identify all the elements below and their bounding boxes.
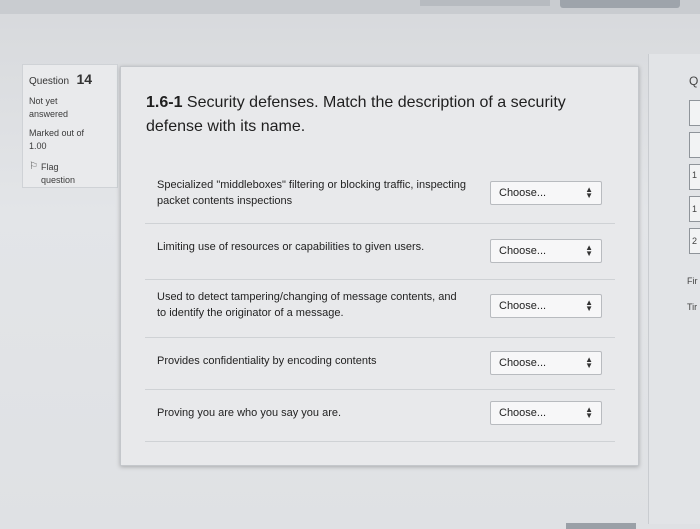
match-row: Proving you are who you say you are. Cho…: [145, 389, 615, 442]
updown-arrows-icon: ▲ ▼: [585, 355, 593, 370]
match-row: Limiting use of resources or capabilitie…: [145, 223, 615, 280]
match-select[interactable]: Choose... ▲ ▼: [490, 294, 602, 318]
match-row: Specialized "middleboxes" filtering or b…: [145, 167, 615, 224]
status-line1: Not yet: [29, 96, 58, 106]
select-value: Choose...: [499, 245, 547, 257]
question-label: Question: [29, 76, 70, 87]
marked-line1: Marked out of: [29, 128, 85, 138]
finish-attempt-link[interactable]: Fir: [687, 276, 698, 286]
question-number-row: Question 14: [29, 71, 117, 89]
question-body: Security defenses. Match the description…: [146, 94, 566, 135]
question-text: 1.6-1 Security defenses. Match the descr…: [146, 91, 616, 139]
nav-number: 2: [692, 236, 698, 246]
nav-box[interactable]: [689, 100, 700, 126]
select-value: Choose...: [499, 407, 547, 419]
updown-arrows-icon: ▲ ▼: [585, 185, 593, 200]
question-card: 1.6-1 Security defenses. Match the descr…: [120, 66, 639, 466]
question-ref: 1.6-1: [146, 94, 183, 111]
flag-icon: ⚐: [29, 161, 38, 172]
top-strip-bar: [420, 0, 550, 6]
match-row: Provides confidentiality by encoding con…: [145, 337, 615, 390]
select-value: Choose...: [499, 300, 547, 312]
marked-line2: 1.00: [29, 141, 47, 151]
flag-line1: Flag: [40, 162, 59, 172]
quiz-navigation-panel: Q 1 1 2 Fir Tir: [648, 54, 700, 524]
select-value: Choose...: [499, 187, 547, 199]
question-info: Question 14 Not yet answered Marked out …: [22, 64, 118, 188]
updown-arrows-icon: ▲ ▼: [585, 298, 593, 313]
status-line2: answered: [29, 109, 69, 119]
panel-initial: Q: [689, 74, 699, 88]
top-strip-tab: [560, 0, 680, 8]
status: Not yet answered: [29, 95, 117, 121]
match-select[interactable]: Choose... ▲ ▼: [490, 239, 602, 263]
match-row: Used to detect tampering/changing of mes…: [145, 279, 615, 338]
flag-question-link[interactable]: ⚐ Flag question: [29, 161, 117, 187]
updown-arrows-icon: ▲ ▼: [585, 243, 593, 258]
match-prompt: Proving you are who you say you are.: [157, 407, 342, 419]
match-prompt: Provides confidentiality by encoding con…: [157, 355, 377, 367]
bottom-bar: [566, 523, 636, 529]
match-select[interactable]: Choose... ▲ ▼: [490, 401, 602, 425]
time-left-label: Tir: [687, 302, 698, 312]
match-prompt: Limiting use of resources or capabilitie…: [157, 241, 425, 253]
nav-number: 1: [692, 204, 698, 214]
top-strip: [0, 0, 700, 14]
marked-out-of: Marked out of 1.00: [29, 127, 117, 153]
nav-number: 1: [692, 170, 698, 180]
match-select[interactable]: Choose... ▲ ▼: [490, 351, 602, 375]
select-value: Choose...: [499, 357, 547, 369]
question-number: 14: [76, 71, 93, 87]
flag-line2: question: [40, 175, 75, 185]
match-prompt: Specialized "middleboxes" filtering or b…: [157, 179, 467, 207]
match-select[interactable]: Choose... ▲ ▼: [490, 181, 602, 205]
updown-arrows-icon: ▲ ▼: [585, 405, 593, 420]
match-prompt: Used to detect tampering/changing of mes…: [157, 291, 457, 319]
nav-box[interactable]: [689, 132, 700, 158]
